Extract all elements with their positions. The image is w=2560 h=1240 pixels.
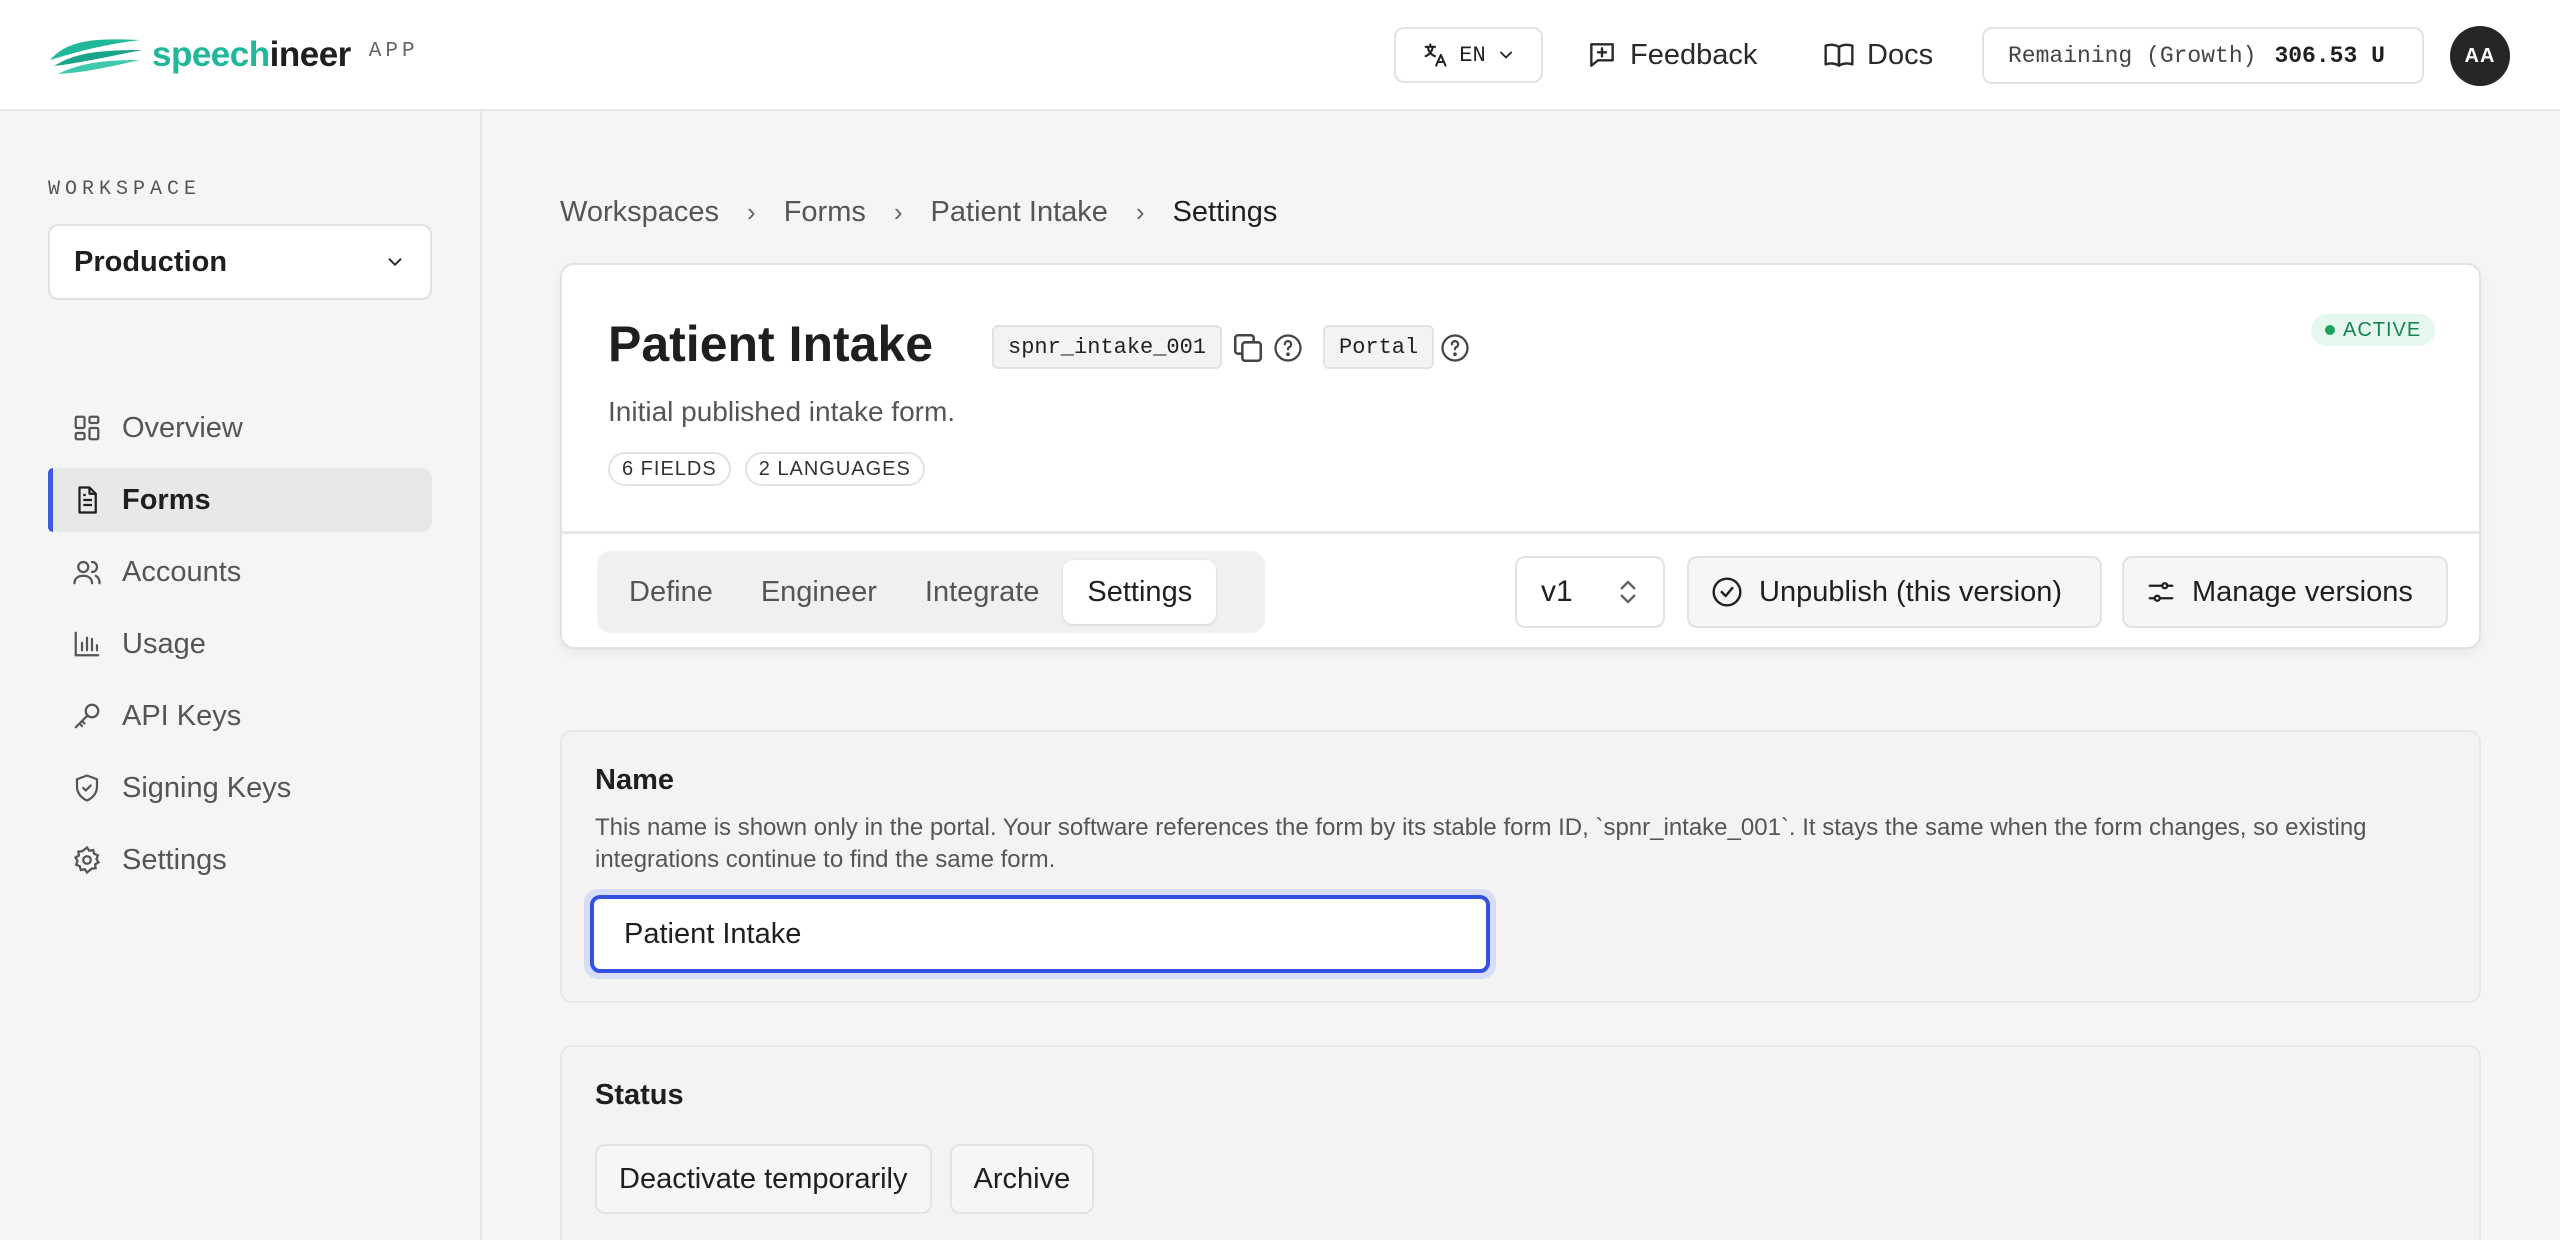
sidebar-item-overview[interactable]: Overview <box>48 396 432 460</box>
status-dot-icon <box>2325 325 2335 335</box>
breadcrumb-forms[interactable]: Forms <box>784 196 866 229</box>
help-icon[interactable] <box>1273 333 1303 363</box>
archive-button[interactable]: Archive <box>949 1144 1095 1214</box>
status-actions: Deactivate temporarily Archive <box>595 1144 1095 1214</box>
key-icon <box>74 703 100 729</box>
sidebar: WORKSPACE Production Overview Forms Acco… <box>0 111 482 1240</box>
language-selector[interactable]: EN <box>1394 27 1543 83</box>
brand-tag: APP <box>368 39 419 63</box>
deactivate-button[interactable]: Deactivate temporarily <box>595 1144 932 1214</box>
breadcrumb-workspaces[interactable]: Workspaces <box>560 196 719 229</box>
check-circle-icon <box>1712 577 1742 607</box>
breadcrumb: Workspaces › Forms › Patient Intake › Se… <box>560 192 1277 232</box>
version-select[interactable]: v1 <box>1515 556 1665 628</box>
workspace-select[interactable]: Production <box>48 224 432 300</box>
sidebar-item-forms[interactable]: Forms <box>48 468 432 532</box>
breadcrumb-patient-intake[interactable]: Patient Intake <box>931 196 1108 229</box>
users-icon <box>73 560 101 585</box>
name-section-help: This name is shown only in the portal. Y… <box>595 814 2367 873</box>
sidebar-item-label: Accounts <box>122 555 242 588</box>
docs-link[interactable]: Docs <box>1823 30 1933 80</box>
form-meta-chips: 6 FIELDS 2 LANGUAGES <box>608 452 925 486</box>
chevron-down-icon <box>388 258 402 267</box>
document-icon <box>78 486 97 514</box>
gear-icon <box>73 845 101 875</box>
version-value: v1 <box>1541 575 1573 608</box>
workspace-label: WORKSPACE <box>48 178 202 201</box>
name-section-title: Name <box>595 764 674 796</box>
card-divider <box>562 531 2479 534</box>
sidebar-item-label: Forms <box>122 483 211 516</box>
credits-value: 306.53 U <box>2274 42 2385 69</box>
brand[interactable]: speechineer APP <box>48 30 419 80</box>
unpublish-label: Unpublish (this version) <box>1759 575 2063 608</box>
manage-versions-button[interactable]: Manage versions <box>2122 556 2448 628</box>
form-description: Initial published intake form. <box>608 396 956 427</box>
help-icon[interactable] <box>1440 333 1470 363</box>
page-title: Patient Intake <box>608 316 934 372</box>
form-tabs: Define Engineer Integrate Settings <box>597 551 1265 633</box>
language-label: EN <box>1459 42 1486 68</box>
status-section: Status Deactivate temporarily Archive <box>560 1045 2481 1240</box>
feedback-icon <box>1590 43 1614 67</box>
sidebar-item-label: Overview <box>122 411 243 444</box>
languages-count-chip: 2 LANGUAGES <box>744 452 925 486</box>
form-header-card: Patient Intake spnr_intake_001 Portal AC… <box>560 263 2481 649</box>
dashboard-icon <box>74 415 100 441</box>
name-section: Name This name is shown only in the port… <box>560 730 2481 1003</box>
chevron-down-icon <box>1499 51 1512 59</box>
sidebar-item-usage[interactable]: Usage <box>48 612 432 676</box>
name-input-focus-ring <box>584 889 1496 979</box>
sidebar-nav: Overview Forms Accounts Usage API Keys S… <box>48 396 432 900</box>
fields-count-chip: 6 FIELDS <box>608 452 731 486</box>
sidebar-item-accounts[interactable]: Accounts <box>48 540 432 604</box>
chevron-up-down-icon <box>1620 580 1636 604</box>
top-bar: speechineer APP EN Feedback Docs Remaini… <box>0 0 2560 111</box>
speechineer-logo-icon <box>50 39 142 74</box>
sidebar-item-label: Usage <box>122 627 206 660</box>
sidebar-item-label: Signing Keys <box>122 771 292 804</box>
book-icon <box>1824 43 1854 67</box>
chevron-right-icon: › <box>893 196 903 227</box>
tab-define[interactable]: Define <box>605 560 737 624</box>
sidebar-item-label: API Keys <box>122 699 242 732</box>
workspace-value: Production <box>74 245 228 278</box>
feedback-label: Feedback <box>1630 38 1758 71</box>
status-section-title: Status <box>595 1079 684 1111</box>
tab-integrate[interactable]: Integrate <box>901 560 1063 624</box>
sidebar-item-label: Settings <box>122 843 227 876</box>
brand-name: speechineer <box>152 35 351 74</box>
sidebar-item-signing-keys[interactable]: Signing Keys <box>48 756 432 820</box>
manage-versions-label: Manage versions <box>2192 575 2413 608</box>
tab-engineer[interactable]: Engineer <box>737 560 901 624</box>
feedback-link[interactable]: Feedback <box>1586 30 1757 80</box>
sidebar-item-api-keys[interactable]: API Keys <box>48 684 432 748</box>
credits-badge[interactable]: Remaining (Growth) 306.53 U <box>1982 27 2424 84</box>
unpublish-button[interactable]: Unpublish (this version) <box>1687 556 2102 628</box>
shield-icon <box>75 774 99 802</box>
sidebar-item-settings[interactable]: Settings <box>48 828 432 892</box>
name-input[interactable] <box>590 895 1490 973</box>
chevron-right-icon: › <box>747 196 756 227</box>
portal-chip: Portal <box>1323 325 1435 369</box>
bar-chart-icon <box>74 631 100 657</box>
status-badge: ACTIVE <box>2311 314 2436 346</box>
avatar[interactable]: AA <box>2450 26 2510 86</box>
sliders-icon <box>2148 582 2174 602</box>
chevron-right-icon: › <box>1135 196 1145 227</box>
breadcrumb-settings: Settings <box>1172 195 1278 228</box>
tab-settings[interactable]: Settings <box>1063 560 1217 624</box>
credits-label: Remaining (Growth) <box>2008 42 2257 69</box>
docs-label: Docs <box>1867 38 1934 71</box>
status-label: ACTIVE <box>2343 318 2422 341</box>
copy-icon[interactable] <box>1231 331 1265 365</box>
translate-icon <box>1424 43 1447 67</box>
form-id-chip: spnr_intake_001 <box>992 325 1223 369</box>
